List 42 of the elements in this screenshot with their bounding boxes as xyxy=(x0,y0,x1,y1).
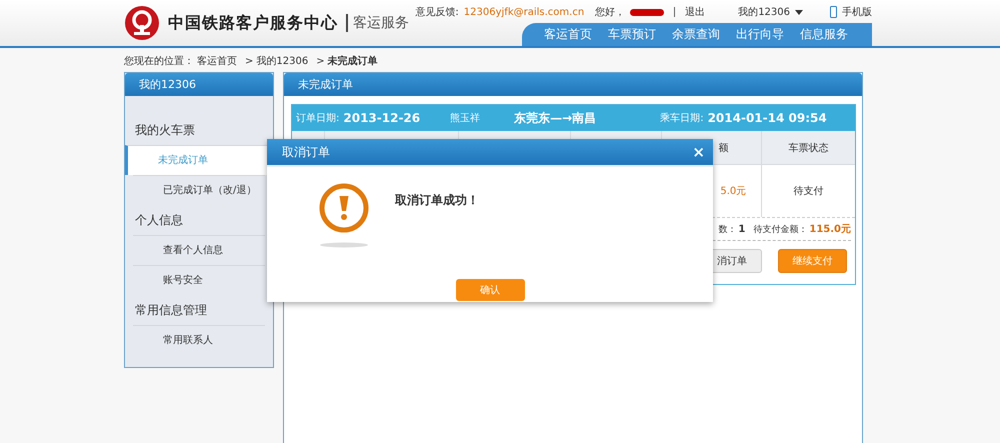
section-title: 客运服务 xyxy=(346,14,409,32)
order-date-label: 订单日期: xyxy=(296,112,340,125)
sidebar-group-title: 常用信息管理 xyxy=(134,302,208,319)
account-menu[interactable]: 我的12306 xyxy=(738,5,790,19)
sidebar-item[interactable]: 已完成订单（改/退） xyxy=(133,175,265,205)
column-header: 车票状态 xyxy=(787,142,830,156)
ticket-count: 1 xyxy=(738,224,746,234)
breadcrumb-label: 您现在的位置： xyxy=(124,54,194,68)
amount-due-label: 待支付金额： xyxy=(753,224,808,236)
close-button[interactable]: × xyxy=(692,143,705,161)
logout-link[interactable]: 退出 xyxy=(685,5,706,19)
warning-icon xyxy=(317,182,371,248)
greeting-text: 您好， xyxy=(595,6,626,19)
breadcrumb-link[interactable]: 客运首页 xyxy=(197,54,237,68)
sidebar-group-title: 个人信息 xyxy=(134,212,184,229)
amount-due: 115.0元 xyxy=(809,223,851,236)
panel-header: 我的12306 xyxy=(125,73,273,96)
sidebar-item[interactable]: 常用联系人 xyxy=(133,325,265,355)
breadcrumb-separator: > xyxy=(316,56,325,66)
route-text: 东莞东—→南昌 xyxy=(514,110,596,126)
mobile-link[interactable]: 手机版 xyxy=(842,5,872,19)
feedback-label: 意见反馈: xyxy=(415,6,459,19)
ticket-count-label: 数： xyxy=(718,224,736,236)
redaction-mark xyxy=(630,8,664,16)
table-cell: 待支付 xyxy=(762,164,855,217)
ride-date: 2014-01-14 09:54 xyxy=(708,111,827,125)
caret-icon xyxy=(795,10,803,14)
sidebar-group-title: 我的火车票 xyxy=(134,122,196,139)
passenger-name: 熊玉祥 xyxy=(450,112,480,125)
breadcrumb-link[interactable]: 未完成订单 xyxy=(328,54,378,68)
dialog-message: 取消订单成功！ xyxy=(395,192,479,209)
order-date: 2013-12-26 xyxy=(343,111,420,125)
phone-icon xyxy=(830,6,837,18)
breadcrumb-separator: > xyxy=(245,56,254,66)
panel-header: 未完成订单 xyxy=(284,73,862,96)
dialog-title: 取消订单 xyxy=(282,144,330,160)
breadcrumb-link[interactable]: 我的12306 xyxy=(256,54,308,68)
sidebar-item[interactable]: 账号安全 xyxy=(133,265,265,295)
ride-date-label: 乘车日期: xyxy=(660,112,704,125)
railway-logo-icon xyxy=(124,5,160,41)
sidebar-item[interactable]: 查看个人信息 xyxy=(133,235,265,265)
site-title: 中国铁路客户服务中心 xyxy=(168,12,338,34)
